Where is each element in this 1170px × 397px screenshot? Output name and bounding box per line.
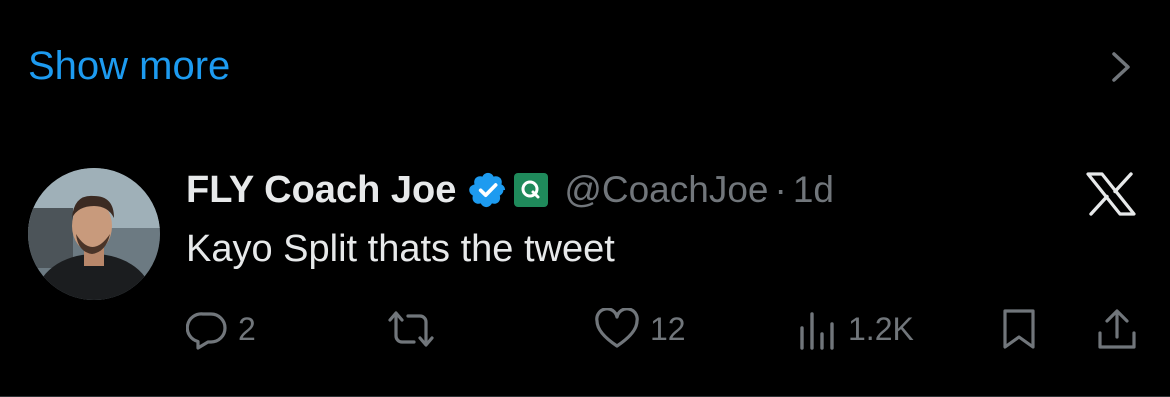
reply-button[interactable]: 2 [186, 306, 256, 352]
share-button[interactable] [1096, 306, 1138, 352]
x-logo-icon[interactable] [1086, 172, 1136, 216]
show-more-link[interactable]: Show more [28, 40, 230, 92]
retweet-icon [388, 311, 434, 347]
tweet-text: Kayo Split thats the tweet [186, 228, 615, 270]
verified-badge-icon [469, 172, 506, 208]
tweet-actions: 2 12 1.2K [186, 306, 1146, 352]
heart-icon [595, 308, 639, 348]
bookmark-button[interactable] [1000, 306, 1038, 352]
reply-count: 2 [238, 310, 256, 347]
separator-dot: · [774, 169, 787, 210]
views-count: 1.2K [848, 310, 914, 347]
bookmark-icon [1003, 309, 1035, 349]
like-count: 12 [650, 310, 686, 347]
like-button[interactable]: 12 [594, 306, 686, 352]
views-icon [800, 312, 834, 350]
user-handle[interactable]: @CoachJoe [564, 169, 768, 211]
views-button[interactable]: 1.2K [798, 306, 914, 352]
affiliate-badge-icon[interactable] [514, 173, 549, 207]
tweet-header: FLY Coach Joe @CoachJoe · 1d [186, 165, 834, 215]
timestamp[interactable]: 1d [793, 169, 834, 211]
share-icon [1098, 309, 1136, 349]
avatar-photo [28, 168, 160, 300]
retweet-button[interactable] [386, 306, 436, 352]
display-name[interactable]: FLY Coach Joe [186, 169, 456, 212]
reply-icon [186, 312, 227, 350]
avatar[interactable] [28, 168, 160, 300]
chevron-right-icon[interactable] [1108, 50, 1134, 84]
